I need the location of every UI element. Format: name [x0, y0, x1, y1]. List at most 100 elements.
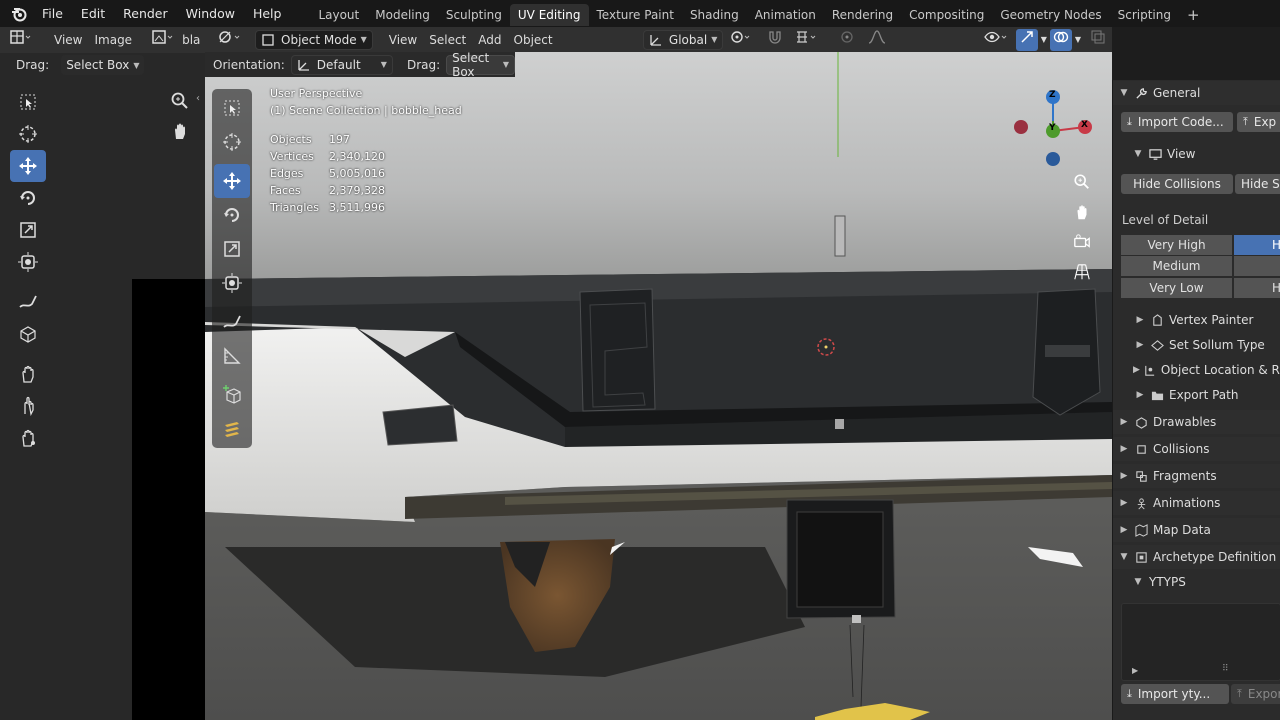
- navigation-gizmo[interactable]: Z X Y: [1013, 85, 1093, 169]
- vp-rotate-tool[interactable]: [214, 198, 250, 232]
- menu-help[interactable]: Help: [244, 0, 291, 27]
- ytyp-list[interactable]: ▶ ⠿: [1121, 603, 1280, 681]
- gizmo-options-chevron-icon[interactable]: ▼: [1038, 30, 1050, 50]
- menu-file[interactable]: File: [33, 0, 72, 27]
- select-box-tool[interactable]: [10, 86, 46, 118]
- gizmo-toggle-icon[interactable]: [1015, 28, 1038, 51]
- menu-edit[interactable]: Edit: [72, 0, 114, 27]
- tab-modeling[interactable]: Modeling: [367, 4, 438, 26]
- ortho-grid-icon[interactable]: [1069, 259, 1095, 285]
- vp-scale-tool[interactable]: [214, 232, 250, 266]
- vp-select-box-tool[interactable]: [214, 91, 250, 125]
- tab-rendering[interactable]: Rendering: [824, 4, 901, 26]
- subpanel-set-sollum-type[interactable]: ▶ Set Sollum Type: [1113, 333, 1280, 357]
- lod-very-low-value[interactable]: H: [1234, 278, 1280, 298]
- scale-tool[interactable]: [10, 214, 46, 246]
- vp-transform-tool[interactable]: [214, 266, 250, 300]
- pinch-tool[interactable]: [10, 390, 46, 422]
- menu-window[interactable]: Window: [177, 0, 244, 27]
- sample-tool[interactable]: [10, 318, 46, 350]
- zoom-icon[interactable]: [170, 91, 190, 114]
- tab-uv-editing[interactable]: UV Editing: [509, 4, 589, 26]
- subpanel-view[interactable]: ▼ View: [1113, 142, 1280, 166]
- orientation-dropdown[interactable]: Default ▼: [290, 54, 393, 75]
- tab-geometry-nodes[interactable]: Geometry Nodes: [992, 4, 1109, 26]
- vp-measure-tool[interactable]: [214, 339, 250, 373]
- viewport-pan-hand-icon[interactable]: [1069, 199, 1095, 225]
- import-code-button[interactable]: ⤓ Import Code...: [1121, 112, 1233, 132]
- tab-shading[interactable]: Shading: [682, 4, 747, 26]
- tab-sculpting[interactable]: Sculpting: [438, 4, 510, 26]
- pivot-point-icon[interactable]: [723, 29, 761, 51]
- list-expand-icon[interactable]: ▶: [1132, 666, 1138, 675]
- rotate-tool[interactable]: [10, 182, 46, 214]
- panel-map-data[interactable]: ▶ Map Data: [1113, 518, 1280, 542]
- snap-magnet-icon[interactable]: [761, 29, 789, 51]
- overlays-toggle-icon[interactable]: [1049, 28, 1072, 51]
- falloff-curve-icon[interactable]: [861, 29, 893, 51]
- tab-layout[interactable]: Layout: [310, 4, 367, 26]
- viewport-zoom-icon[interactable]: [1069, 169, 1095, 195]
- panel-drawables[interactable]: ▶ Drawables: [1113, 410, 1280, 434]
- tab-texture-paint[interactable]: Texture Paint: [589, 4, 682, 26]
- move-tool[interactable]: [10, 150, 46, 182]
- tab-compositing[interactable]: Compositing: [901, 4, 992, 26]
- blender-logo-icon[interactable]: [11, 6, 27, 22]
- relax-tool[interactable]: [10, 422, 46, 454]
- visibility-eye-icon[interactable]: [978, 29, 1016, 51]
- lod-very-high-value[interactable]: H: [1234, 235, 1280, 255]
- subpanel-vertex-painter[interactable]: ▶ Vertex Painter: [1113, 308, 1280, 332]
- vp-menu-add[interactable]: Add: [472, 30, 507, 50]
- annotate-tool[interactable]: [10, 286, 46, 318]
- panel-fragments[interactable]: ▶ Fragments: [1113, 464, 1280, 488]
- export-button[interactable]: ⤒ Exp: [1237, 112, 1280, 132]
- subpanel-object-location[interactable]: ▶ Object Location & Rot: [1113, 358, 1280, 382]
- image-name-field[interactable]: bla: [180, 30, 202, 50]
- panel-archetype-definition[interactable]: ▼ Archetype Definition: [1113, 545, 1280, 569]
- hide-collisions-button[interactable]: Hide Collisions: [1121, 174, 1233, 194]
- overlays-options-chevron-icon[interactable]: ▼: [1072, 30, 1084, 50]
- add-workspace-plus-icon[interactable]: +: [1179, 4, 1208, 26]
- subpanel-export-path[interactable]: ▶ Export Path: [1113, 383, 1280, 407]
- object-mode-dropdown[interactable]: Object Mode ▼: [255, 29, 373, 50]
- lod-medium-value[interactable]: [1234, 256, 1280, 276]
- list-resize-grip-icon[interactable]: ⠿: [1222, 664, 1229, 674]
- vp-menu-select[interactable]: Select: [423, 30, 472, 50]
- 3d-viewport[interactable]: Object Mode ▼ View Select Add Object Glob…: [205, 27, 1112, 720]
- menu-render[interactable]: Render: [114, 0, 177, 27]
- image-canvas[interactable]: [132, 279, 205, 720]
- vp-add-cube-tool[interactable]: [214, 378, 250, 412]
- vp-menu-object[interactable]: Object: [508, 30, 559, 50]
- cursor-tool[interactable]: [10, 118, 46, 150]
- snap-increment-icon[interactable]: [789, 29, 827, 51]
- vp-cursor-tool[interactable]: [214, 125, 250, 159]
- transform-orientation-dropdown[interactable]: Global ▼: [642, 29, 724, 50]
- vp-drag-select-dropdown[interactable]: Select Box ▼: [446, 51, 515, 79]
- tab-scripting[interactable]: Scripting: [1110, 4, 1179, 26]
- panel-collisions[interactable]: ▶ Collisions: [1113, 437, 1280, 461]
- vp-annotate-tool[interactable]: [214, 305, 250, 339]
- transform-tool[interactable]: [10, 246, 46, 278]
- viewport-editor-type-icon[interactable]: [205, 29, 249, 51]
- pan-hand-icon[interactable]: [170, 121, 190, 144]
- camera-view-icon[interactable]: [1069, 229, 1095, 255]
- menu-view[interactable]: View: [48, 30, 88, 50]
- xray-toggle-icon[interactable]: [1084, 29, 1112, 51]
- tab-animation[interactable]: Animation: [747, 4, 824, 26]
- import-ytyp-button[interactable]: ⤓ Import yty...: [1121, 684, 1229, 704]
- vp-move-tool[interactable]: [214, 164, 250, 198]
- vp-sollumz-tool[interactable]: [214, 412, 250, 446]
- grab-tool[interactable]: [10, 358, 46, 390]
- hide-shattermaps-button[interactable]: Hide Sh: [1235, 174, 1280, 194]
- export-ytyp-button[interactable]: ⤒ Export: [1231, 684, 1280, 704]
- drag-select-dropdown[interactable]: Select Box ▼: [61, 55, 145, 75]
- collapse-region-icon[interactable]: ‹: [196, 93, 200, 104]
- panel-animations[interactable]: ▶ Animations: [1113, 491, 1280, 515]
- image-browse-icon[interactable]: [146, 29, 180, 51]
- menu-image[interactable]: Image: [88, 30, 138, 50]
- vp-menu-view[interactable]: View: [383, 30, 423, 50]
- proportional-editing-icon[interactable]: [833, 29, 861, 51]
- panel-general[interactable]: ▼ General: [1113, 81, 1280, 105]
- subpanel-ytyps[interactable]: ▼ YTYPS: [1113, 570, 1280, 594]
- editor-type-icon[interactable]: [0, 29, 38, 51]
